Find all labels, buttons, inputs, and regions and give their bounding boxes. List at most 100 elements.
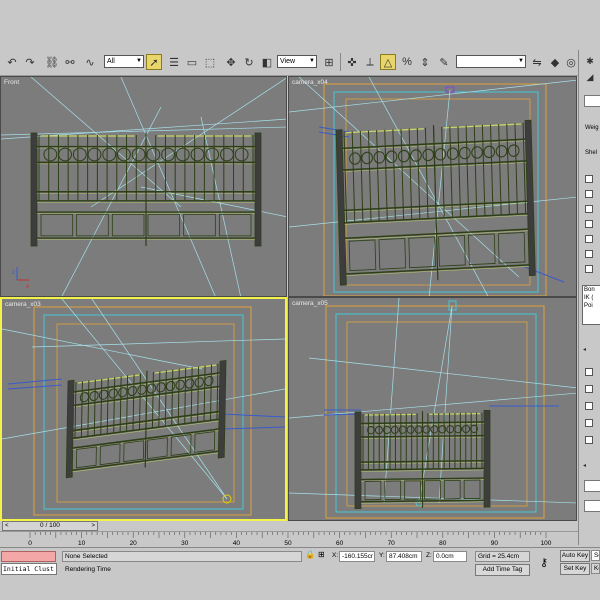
checkbox-3[interactable]: [585, 205, 593, 213]
z-coordinate-field[interactable]: 0.0cm: [433, 551, 467, 562]
mirror-icon[interactable]: ⇋: [529, 54, 545, 70]
grid-size-display: Grid = 25.4cm: [475, 551, 530, 562]
chevron-down-icon: ▼: [309, 58, 315, 64]
pivot-icon[interactable]: ⊞: [321, 54, 337, 70]
percent-snap-icon[interactable]: %: [399, 54, 415, 70]
modify-tab-icon[interactable]: ◢: [582, 72, 598, 86]
material-editor-icon[interactable]: ◎: [563, 54, 579, 70]
rect-region-icon[interactable]: ▭: [184, 54, 200, 70]
viewport-label[interactable]: camera_x04: [292, 79, 328, 86]
checkbox-7[interactable]: [585, 265, 593, 273]
track-tick-label: 80: [439, 540, 447, 547]
prompt-line: Rendering Time: [62, 564, 302, 575]
move-icon[interactable]: ✥: [223, 54, 239, 70]
list-item[interactable]: IK (: [583, 294, 600, 302]
checkbox-4[interactable]: [585, 220, 593, 228]
checkbox-6[interactable]: [585, 250, 593, 258]
x-label: X:: [332, 552, 339, 559]
title-band: [0, 0, 600, 50]
align-icon[interactable]: ◆: [547, 54, 563, 70]
undo-icon[interactable]: ↶: [4, 54, 20, 70]
time-slider-thumb[interactable]: < 0 / 100 >: [2, 521, 98, 531]
set-key-button[interactable]: Set Key: [560, 563, 590, 575]
z-label: Z:: [426, 552, 432, 559]
bind-spacewarp-icon[interactable]: ∿: [82, 54, 98, 70]
command-panel: ✱ ◢ Weig Shel Bon IK ( Poi ◂ ◂: [578, 50, 600, 545]
viewport-camera-04[interactable]: camera_x04: [288, 76, 577, 297]
track-tick-label: 30: [181, 540, 189, 547]
camera-03-render: [2, 299, 285, 516]
y-label: Y:: [379, 552, 385, 559]
absolute-mode-icon[interactable]: ⊞: [318, 550, 325, 559]
time-position-label: 0 / 100: [40, 522, 60, 529]
viewport-label[interactable]: camera_x03: [5, 301, 41, 308]
viewport-front[interactable]: Front z x: [0, 76, 287, 297]
chevron-down-icon: ▼: [518, 58, 524, 64]
include-list[interactable]: Bon IK ( Poi: [582, 285, 600, 325]
viewport-camera-03[interactable]: camera_x03: [0, 297, 287, 521]
spinner-snap-icon[interactable]: ⇕: [417, 54, 433, 70]
weight-label: Weig: [585, 125, 599, 131]
select-link-icon[interactable]: ⛓: [44, 54, 60, 70]
track-tick-label: 20: [129, 540, 137, 547]
gate-model: [30, 132, 262, 247]
lock-icon[interactable]: 🔒: [305, 550, 315, 559]
select-by-name-icon[interactable]: ☰: [166, 54, 182, 70]
key-icon[interactable]: ⚷: [540, 556, 548, 569]
camera-05-render: [289, 298, 576, 519]
time-slider[interactable]: < 0 / 100 >: [0, 521, 578, 531]
x-coordinate-field[interactable]: -160.155cr: [339, 551, 375, 562]
maxscript-listener-line[interactable]: Initial Clust: [1, 563, 57, 575]
auto-key-button[interactable]: Auto Key: [560, 550, 590, 562]
select-object-icon[interactable]: ➚: [146, 54, 162, 70]
edit-named-selection-icon[interactable]: ✎: [436, 54, 452, 70]
track-tick-label: 60: [335, 540, 344, 547]
next-frame-button[interactable]: >: [91, 522, 95, 530]
checkbox-12[interactable]: [585, 436, 593, 444]
named-selection-dropdown[interactable]: ▼: [456, 55, 526, 68]
y-coordinate-field[interactable]: 87.408cm: [386, 551, 422, 562]
maxscript-listener-mini[interactable]: [1, 551, 56, 562]
checkbox-8[interactable]: [585, 368, 593, 376]
selection-status: None Selected: [62, 551, 302, 562]
track-tick-label: 50: [284, 540, 292, 547]
create-tab-icon[interactable]: ✱: [582, 56, 598, 70]
angle-snap-icon[interactable]: △: [380, 54, 396, 70]
gate-model: [335, 119, 536, 286]
rotate-icon[interactable]: ↻: [241, 54, 257, 70]
key-filters-button[interactable]: Ke: [591, 563, 600, 574]
track-tick-label: 40: [232, 540, 241, 547]
viewport-label[interactable]: camera_x05: [292, 300, 328, 307]
checkbox-1[interactable]: [585, 175, 593, 183]
snaps-toggle-icon[interactable]: ⟂: [362, 54, 378, 70]
checkbox-2[interactable]: [585, 190, 593, 198]
rollout-arrow-icon[interactable]: ◂: [583, 462, 586, 469]
previous-frame-button[interactable]: <: [5, 522, 9, 530]
unlink-icon[interactable]: ⚯: [62, 54, 78, 70]
panel-field[interactable]: [584, 480, 600, 492]
gate-model: [65, 359, 227, 479]
track-tick-label: 90: [490, 540, 499, 547]
window-crossing-icon[interactable]: ⬚: [202, 54, 218, 70]
rollout-arrow-icon[interactable]: ◂: [583, 346, 586, 353]
checkbox-10[interactable]: [585, 402, 593, 410]
selection-filter-dropdown[interactable]: All ▼: [104, 55, 144, 68]
list-item[interactable]: Bon: [583, 286, 600, 294]
reference-coordinate-dropdown[interactable]: View ▼: [277, 55, 317, 68]
viewport-camera-05[interactable]: camera_x05: [288, 297, 577, 521]
selected-set-dropdown[interactable]: Se: [591, 550, 600, 561]
list-item[interactable]: Poi: [583, 302, 600, 310]
select-manipulate-icon[interactable]: ✜: [344, 54, 360, 70]
panel-field[interactable]: [584, 500, 600, 512]
scale-icon[interactable]: ◧: [259, 54, 275, 70]
object-name-field[interactable]: [584, 95, 600, 107]
track-ticks: [29, 532, 547, 538]
status-bar: Initial Clust None Selected Rendering Ti…: [0, 547, 600, 600]
checkbox-9[interactable]: [585, 385, 593, 393]
add-time-tag-button[interactable]: Add Time Tag: [475, 564, 530, 576]
checkbox-11[interactable]: [585, 419, 593, 427]
checkbox-5[interactable]: [585, 235, 593, 243]
redo-icon[interactable]: ↷: [22, 54, 38, 70]
track-bar[interactable]: 0 10 20 30 40 50 60 70 80 90 100: [0, 531, 578, 547]
viewport-label[interactable]: Front: [4, 79, 19, 86]
